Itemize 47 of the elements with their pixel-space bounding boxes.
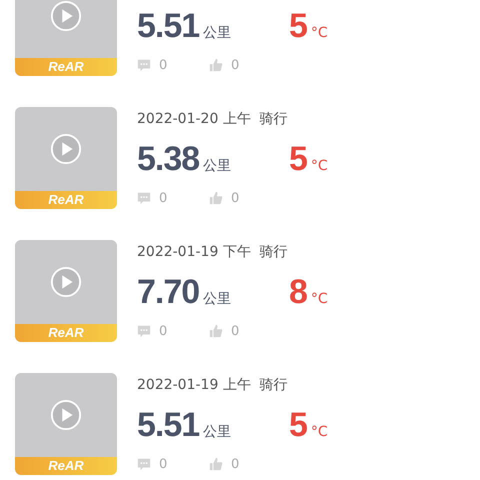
distance-unit: 公里 — [203, 422, 232, 440]
temperature-value: 8 — [289, 272, 308, 312]
thumbs-up-icon[interactable] — [209, 58, 223, 72]
like-count: 0 — [231, 58, 240, 72]
brand-badge: ReAR — [15, 58, 117, 76]
comment-count: 0 — [159, 456, 168, 472]
distance-value: 5.51 — [137, 406, 200, 444]
brand-badge: ReAR — [15, 457, 117, 475]
distance-unit: 公里 — [203, 24, 232, 42]
temperature-unit: °C — [310, 24, 328, 40]
distance-value: 5.38 — [137, 140, 200, 178]
brand-badge: ReAR — [15, 324, 117, 342]
map-thumbnail[interactable]: ReAR — [15, 373, 117, 475]
ride-date: 2022-01-19 上午 骑行 — [137, 376, 288, 394]
map-thumbnail[interactable]: ReAR — [15, 240, 117, 342]
temperature-unit: °C — [310, 290, 328, 306]
ride-date: 2022-01-19 下午 骑行 — [137, 243, 288, 261]
comment-count: 0 — [159, 58, 168, 72]
like-count: 0 — [231, 456, 240, 472]
map-thumbnail[interactable]: ReAR — [15, 107, 117, 209]
distance-unit: 公里 — [203, 290, 232, 308]
like-count: 0 — [231, 324, 240, 338]
temperature-value: 5 — [289, 6, 308, 46]
distance-unit: 公里 — [203, 156, 232, 174]
thumbs-up-icon[interactable] — [209, 191, 223, 205]
map-thumbnail[interactable]: ReAR — [15, 0, 117, 76]
play-icon[interactable] — [50, 399, 82, 431]
comment-icon[interactable] — [137, 457, 151, 471]
comment-count: 0 — [159, 324, 168, 338]
temperature-unit: °C — [310, 424, 328, 440]
thumbs-up-icon[interactable] — [209, 324, 223, 338]
temperature-value: 5 — [289, 406, 308, 444]
distance-value: 5.51 — [137, 6, 200, 46]
play-icon[interactable] — [50, 133, 82, 165]
thumbs-up-icon[interactable] — [209, 457, 223, 471]
play-icon[interactable] — [50, 266, 82, 298]
distance-value: 7.70 — [137, 272, 200, 312]
ride-date: 2022-01-20 上午 骑行 — [137, 110, 288, 128]
comment-icon[interactable] — [137, 191, 151, 205]
comment-icon[interactable] — [137, 324, 151, 338]
like-count: 0 — [231, 190, 240, 206]
temperature-unit: °C — [310, 158, 328, 174]
comment-icon[interactable] — [137, 58, 151, 72]
brand-badge: ReAR — [15, 191, 117, 209]
temperature-value: 5 — [289, 140, 308, 178]
play-icon[interactable] — [50, 0, 82, 32]
comment-count: 0 — [159, 190, 168, 206]
